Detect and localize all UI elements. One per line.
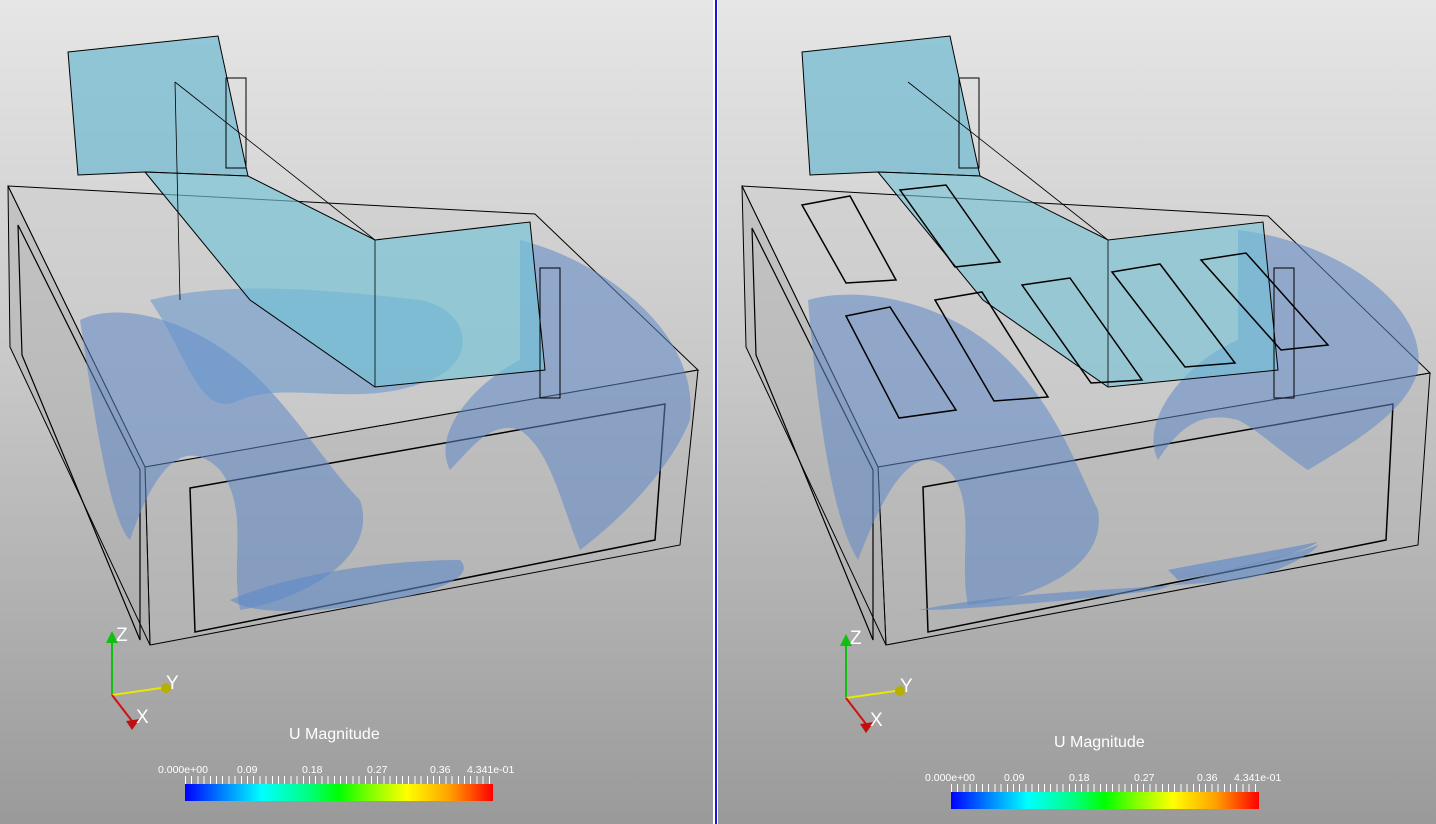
colorbar-left bbox=[185, 784, 493, 801]
axis-y-label: Y bbox=[900, 676, 913, 697]
tick-label: 0.09 bbox=[237, 764, 258, 776]
axis-z-label: Z bbox=[850, 628, 862, 649]
axis-x-label: X bbox=[136, 707, 149, 728]
colorbar-tickmarks-left bbox=[185, 776, 493, 784]
tick-label: 0.09 bbox=[1004, 772, 1025, 784]
render-view-left[interactable]: Z Y X U Magnitude 0.000e+00 0.09 0.18 0.… bbox=[0, 0, 713, 824]
axis-z-label: Z bbox=[116, 625, 128, 646]
tick-label: 4.341e-01 bbox=[467, 764, 515, 776]
tick-label: 0.18 bbox=[302, 764, 323, 776]
tick-label: 0.36 bbox=[1197, 772, 1218, 784]
paraview-split-layout: Z Y X U Magnitude 0.000e+00 0.09 0.18 0.… bbox=[0, 0, 1436, 824]
colorbar-right bbox=[951, 792, 1259, 809]
orientation-axes-left: Z Y X bbox=[100, 625, 190, 735]
tick-label: 0.27 bbox=[367, 764, 388, 776]
axis-y-label: Y bbox=[166, 673, 179, 694]
tick-label: 0.000e+00 bbox=[158, 764, 208, 776]
colorbar-tickmarks-right bbox=[951, 784, 1259, 792]
orientation-axes-right: Z Y X bbox=[836, 628, 926, 738]
colorbar-title-left: U Magnitude bbox=[289, 726, 380, 743]
colorbar-title-right: U Magnitude bbox=[1054, 734, 1145, 751]
scene-right bbox=[741, 35, 1432, 646]
duct-vertical bbox=[801, 35, 981, 177]
render-view-right[interactable]: Z Y X U Magnitude 0.000e+00 0.09 0.18 0.… bbox=[718, 0, 1436, 824]
tick-label: 4.341e-01 bbox=[1234, 772, 1282, 784]
tick-label: 0.36 bbox=[430, 764, 451, 776]
axis-x-label: X bbox=[870, 710, 883, 731]
tick-label: 0.18 bbox=[1069, 772, 1090, 784]
active-view-border bbox=[715, 0, 717, 824]
tick-label: 0.27 bbox=[1134, 772, 1155, 784]
duct-vertical bbox=[67, 35, 249, 177]
tick-label: 0.000e+00 bbox=[925, 772, 975, 784]
